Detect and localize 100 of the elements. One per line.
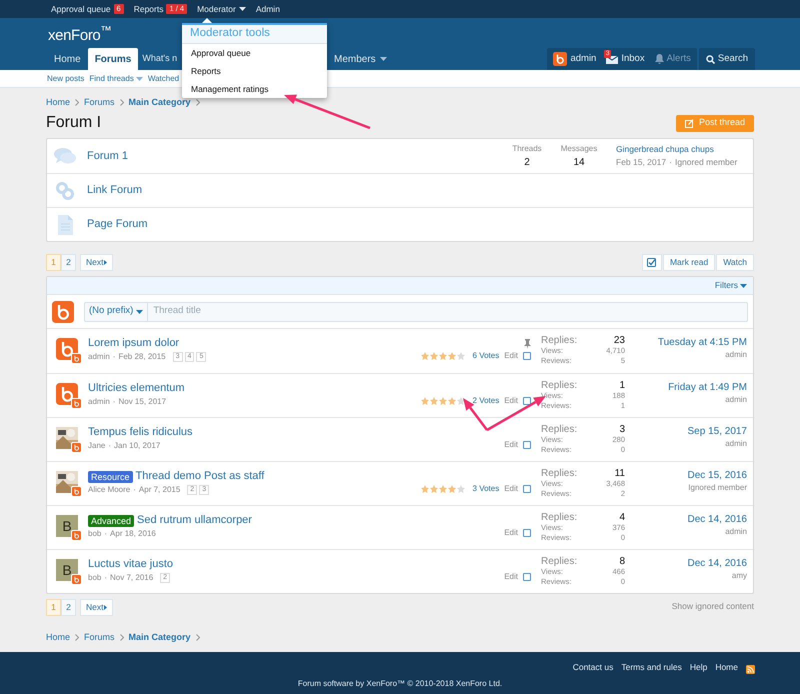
last-post-date[interactable]: Dec 14, 2016 [688, 557, 747, 570]
menu-item[interactable]: Reports [182, 62, 327, 80]
caret-icon [238, 7, 246, 11]
nav-tab[interactable]: What's n [138, 48, 178, 70]
chain-link-icon [54, 182, 76, 200]
edit-link[interactable]: Edit [504, 483, 518, 495]
last-post-link[interactable]: Gingerbread chupa chups [616, 143, 746, 156]
footer-link[interactable]: Help [690, 661, 708, 674]
votes-link[interactable]: 3 Votes [472, 483, 500, 495]
menu-item[interactable]: Approval queue [182, 44, 327, 62]
sub-nav-link[interactable]: New posts [47, 72, 84, 84]
show-ignored-link[interactable]: Show ignored content [672, 600, 754, 613]
last-post-date[interactable]: Sep 15, 2017 [688, 425, 747, 438]
prefix-dropdown[interactable]: (No prefix) [85, 302, 148, 320]
next-page-link[interactable]: Next [80, 599, 114, 616]
badge-icon [71, 486, 82, 497]
thread-title-field[interactable]: (No prefix) Thread title [84, 302, 748, 322]
footer-link[interactable]: Contact us [572, 661, 614, 674]
copyright-text: Forum software by XenForo™ © 2010-2018 XenForo Ltd. [298, 678, 502, 690]
footer-link[interactable]: Terms and rules [621, 661, 682, 674]
breadcrumb-link[interactable]: Forums [84, 630, 115, 644]
user-nav-link[interactable]: admin [553, 52, 596, 66]
username[interactable]: admin [88, 351, 110, 363]
select-checkbox[interactable] [523, 441, 531, 449]
top-bar-link[interactable]: Admin [256, 2, 280, 16]
select-checkbox[interactable] [523, 573, 531, 581]
edit-link[interactable]: Edit [504, 527, 518, 539]
rss-icon [746, 665, 755, 674]
replies-count: 1 [619, 381, 625, 391]
username[interactable]: Alice Moore [88, 484, 130, 496]
page-link[interactable]: 2 [61, 599, 76, 616]
breadcrumb-link[interactable]: Main Category [128, 96, 191, 110]
last-post-date[interactable]: Dec 15, 2016 [688, 469, 747, 482]
thread-date: Feb 28, 2015 [118, 351, 166, 363]
replies-label: Replies: [541, 336, 578, 346]
last-post-date[interactable]: Tuesday at 4:15 PM [658, 336, 747, 349]
menu-header: Moderator tools [182, 23, 327, 44]
username[interactable]: bob [88, 528, 102, 540]
top-bar-link[interactable]: Moderator [197, 2, 246, 16]
nav-tab[interactable]: Home [47, 48, 88, 70]
chevron-icon [196, 99, 200, 106]
votes-link[interactable]: 2 Votes [472, 395, 500, 407]
thread-date: Apr 7, 2015 [138, 484, 180, 496]
username[interactable]: admin [725, 438, 747, 450]
edit-link[interactable]: Edit [504, 395, 518, 407]
forum-title[interactable]: Page Forum [87, 216, 148, 233]
username[interactable]: Jane [88, 440, 106, 452]
select-checkbox[interactable] [523, 352, 531, 360]
votes-link[interactable]: 6 Votes [472, 350, 500, 362]
select-checkbox[interactable] [523, 529, 531, 537]
username: Ignored member [674, 156, 738, 169]
username[interactable]: admin [88, 396, 110, 408]
post-date: Feb 15, 2017 [616, 156, 666, 169]
username[interactable]: amy [732, 570, 747, 582]
nav-tab[interactable]: Forums [88, 48, 138, 70]
username[interactable]: admin [725, 526, 747, 538]
breadcrumb-link[interactable]: Forums [84, 96, 115, 110]
select-toggle-button[interactable] [642, 254, 662, 270]
username[interactable]: bob [88, 572, 102, 584]
breadcrumb-link[interactable]: Main Category [128, 630, 191, 644]
thread-title[interactable]: Sed rutrum ullamcorper [137, 513, 252, 528]
username[interactable]: Ignored member [688, 482, 747, 494]
last-post-date[interactable]: Dec 14, 2016 [688, 513, 747, 526]
breadcrumb-link[interactable]: Home [46, 630, 70, 644]
breadcrumb-link[interactable]: Home [46, 96, 70, 110]
list-action-button[interactable]: Watch [716, 254, 754, 270]
page-link[interactable]: 1 [46, 599, 61, 616]
user-nav-link[interactable]: Search [706, 52, 748, 66]
last-post-date[interactable]: Friday at 1:49 PM [668, 381, 747, 394]
menu-item[interactable]: Management ratings [182, 80, 327, 98]
select-checkbox[interactable] [523, 397, 531, 405]
thread-title[interactable]: Ultricies elementum [88, 381, 185, 396]
username[interactable]: admin [725, 349, 747, 361]
footer-link[interactable]: Home [715, 661, 738, 674]
sub-nav-link[interactable]: Watched [148, 72, 180, 84]
next-page-link[interactable]: Next [80, 254, 114, 270]
select-checkbox[interactable] [523, 485, 531, 493]
thread-title[interactable]: Lorem ipsum dolor [88, 336, 180, 351]
username[interactable]: admin [725, 394, 747, 406]
caret-icon [740, 284, 747, 288]
filters-link[interactable]: Filters [714, 279, 747, 292]
triangle-icon [104, 260, 108, 264]
edit-link[interactable]: Edit [504, 439, 518, 451]
page-link[interactable]: 1 [46, 254, 61, 270]
thread-title[interactable]: Luctus vitae justo [88, 557, 173, 572]
edit-link[interactable]: Edit [504, 571, 518, 583]
replies-label: Replies: [541, 557, 578, 567]
sub-nav-link[interactable]: Find threads [89, 72, 143, 84]
site-logo[interactable]: xenForo$^{™}$ [48, 27, 112, 45]
replies-count: 11 [614, 469, 625, 479]
thread-title[interactable]: Tempus felis ridiculus [88, 425, 193, 440]
page-link[interactable]: 2 [61, 254, 76, 270]
edit-link[interactable]: Edit [504, 350, 518, 362]
badge-icon [71, 574, 82, 585]
forum-title[interactable]: Link Forum [87, 182, 142, 199]
list-action-button[interactable]: Mark read [662, 254, 716, 270]
nav-tab[interactable]: Members [327, 48, 394, 70]
avatar-icon [56, 338, 78, 360]
forum-title[interactable]: Forum 1 [87, 148, 128, 164]
thread-title[interactable]: Thread demo Post as staff [136, 469, 264, 484]
